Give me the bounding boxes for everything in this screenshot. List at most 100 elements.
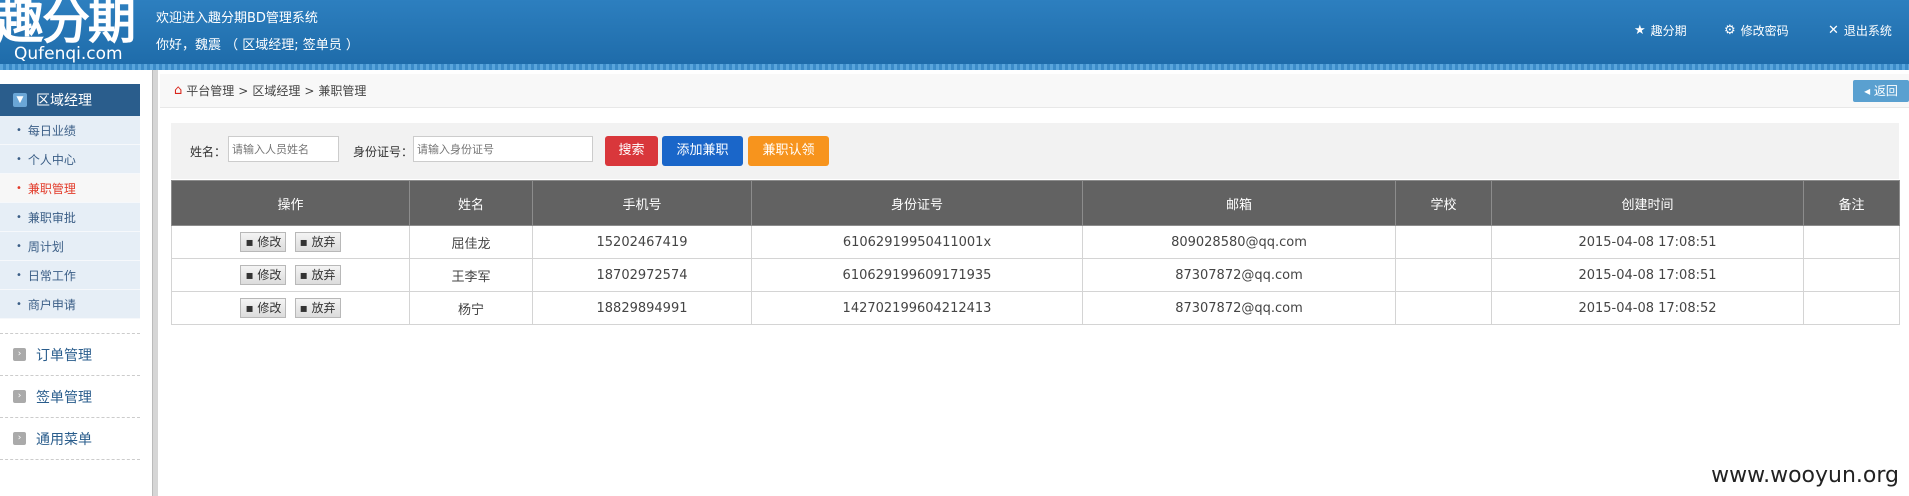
sidebar-item-label: 周计划: [27, 239, 64, 254]
header-link-label: 退出系统: [1843, 24, 1892, 38]
sidebar-divider[interactable]: [152, 70, 158, 496]
name-cell: 杨宁: [409, 291, 533, 325]
abandon-button[interactable]: ▪ 放弃: [294, 265, 341, 285]
abandon-button[interactable]: ▪ 放弃: [294, 232, 341, 252]
phone-cell: 18829894991: [532, 291, 752, 325]
id-number-cell: 142702199604212413: [751, 291, 1083, 325]
claim-parttime-button[interactable]: 兼职认领: [748, 136, 829, 166]
edit-button[interactable]: ▪ 修改: [240, 232, 287, 252]
abandon-label: 放弃: [311, 235, 336, 249]
header-link-logout[interactable]: ✕ 退出系统: [1828, 22, 1892, 40]
sidebar-item-parttime-management[interactable]: • 兼职管理: [0, 174, 140, 203]
sidebar-section-orders[interactable]: › 订单管理: [0, 334, 140, 375]
header-link-label: 修改密码: [1740, 24, 1789, 38]
sidebar-item-personal-center[interactable]: • 个人中心: [0, 145, 140, 174]
column-header: 姓名: [409, 180, 533, 226]
add-parttime-button[interactable]: 添加兼职: [662, 136, 743, 166]
breadcrumb-item[interactable]: 平台管理: [186, 82, 234, 99]
breadcrumb-separator: >: [304, 83, 315, 98]
bullet-icon: •: [16, 153, 22, 165]
abandon-button[interactable]: ▪ 放弃: [294, 298, 341, 318]
section-label: 订单管理: [36, 347, 92, 364]
column-header: 备注: [1803, 180, 1900, 226]
bullet-icon: •: [16, 124, 22, 136]
note-cell: [1803, 258, 1900, 292]
column-header: 身份证号: [751, 180, 1083, 226]
breadcrumb-separator: >: [238, 83, 249, 98]
bullet-icon: •: [16, 182, 22, 194]
bullet-icon: •: [16, 240, 22, 252]
sidebar-item-label: 兼职管理: [27, 181, 76, 196]
breadcrumb-item: 兼职管理: [318, 84, 367, 98]
top-header: 趣分期 Qufenqi.com 欢迎进入趣分期BD管理系统 你好，魏震 （ 区域…: [0, 0, 1909, 70]
sidebar-item-weekly-plan[interactable]: • 周计划: [0, 232, 140, 261]
search-panel: 姓名： 身份证号： 搜索 添加兼职 兼职认领: [171, 123, 1899, 179]
back-button[interactable]: ◂ 返回: [1853, 80, 1909, 102]
divider: [0, 459, 140, 460]
section-label: 签单管理: [36, 389, 92, 406]
email-cell: 87307872@qq.com: [1082, 291, 1396, 325]
sidebar-item-label: 个人中心: [27, 152, 76, 167]
section-label: 通用菜单: [36, 431, 92, 448]
back-label: 返回: [1873, 84, 1898, 98]
table-row: ▪ 修改 ▪ 放弃 屈佳龙 15202467419 61062919950411…: [171, 225, 1900, 259]
arrow-left-icon: ◂: [1864, 84, 1871, 98]
id-label: 身份证号：: [353, 145, 414, 159]
id-number-cell: 610629199609171935: [751, 258, 1083, 292]
user-greeting: 你好，魏震 （ 区域经理; 签单员 ）: [156, 38, 359, 53]
gear-icon: ⚙: [1724, 23, 1736, 38]
chevron-right-icon: ›: [13, 348, 26, 361]
created-time-cell: 2015-04-08 17:08:52: [1491, 291, 1804, 325]
sidebar-item-daily-work[interactable]: • 日常工作: [0, 261, 140, 290]
table-row: ▪ 修改 ▪ 放弃 杨宁 18829894991 142702199604212…: [171, 291, 1900, 325]
sidebar-item-merchant-application[interactable]: • 商户申请: [0, 290, 140, 319]
edit-label: 修改: [257, 301, 282, 315]
note-cell: [1803, 225, 1900, 259]
sidebar-item-label: 每日业绩: [27, 123, 76, 138]
home-icon[interactable]: ⌂: [174, 83, 182, 98]
header-link-change-password[interactable]: ⚙ 修改密码: [1724, 22, 1789, 40]
column-header: 创建时间: [1491, 180, 1804, 226]
sidebar-item-parttime-approval[interactable]: • 兼职审批: [0, 203, 140, 232]
sidebar-item-daily-performance[interactable]: • 每日业绩: [0, 116, 140, 145]
sidebar-section-signing[interactable]: › 签单管理: [0, 376, 140, 417]
header-link-label: 趣分期: [1650, 24, 1687, 38]
sidebar-section-region-manager[interactable]: ▼ 区域经理: [0, 84, 140, 116]
parttime-table: 操作 姓名 手机号 身份证号 邮箱 学校 创建时间 备注 ▪ 修改 ▪ 放弃 屈…: [171, 180, 1900, 325]
school-cell: [1395, 225, 1492, 259]
table-row: ▪ 修改 ▪ 放弃 王李军 18702972574 61062919960917…: [171, 258, 1900, 292]
chevron-right-icon: ›: [13, 390, 26, 403]
id-number-input[interactable]: [413, 136, 593, 162]
breadcrumb-item[interactable]: 区域经理: [252, 82, 300, 99]
actions-cell: ▪ 修改 ▪ 放弃: [171, 225, 410, 259]
edit-label: 修改: [257, 235, 282, 249]
bullet-icon: •: [16, 298, 22, 310]
name-input[interactable]: [228, 136, 339, 162]
name-cell: 屈佳龙: [409, 225, 533, 259]
note-cell: [1803, 291, 1900, 325]
chevron-right-icon: ›: [13, 432, 26, 445]
welcome-text: 欢迎进入趣分期BD管理系统: [156, 11, 318, 26]
logo[interactable]: 趣分期 Qufenqi.com: [0, 0, 145, 64]
sidebar-item-label: 兼职审批: [27, 210, 76, 225]
header-link-home[interactable]: ★ 趣分期: [1634, 22, 1687, 40]
column-header: 邮箱: [1082, 180, 1396, 226]
abandon-label: 放弃: [311, 268, 336, 282]
search-button[interactable]: 搜索: [605, 136, 658, 166]
sidebar-section-common-menu[interactable]: › 通用菜单: [0, 418, 140, 459]
header-stripe: [0, 64, 1909, 70]
edit-label: 修改: [257, 268, 282, 282]
submenu: • 每日业绩 • 个人中心 • 兼职管理 • 兼职审批 • 周计划 • 日常工作 • 商户申请: [0, 116, 140, 319]
watermark: www.wooyun.org: [1711, 463, 1899, 488]
column-header: 手机号: [532, 180, 752, 226]
email-cell: 809028580@qq.com: [1082, 225, 1396, 259]
table-header-row: 操作 姓名 手机号 身份证号 邮箱 学校 创建时间 备注: [171, 180, 1900, 226]
breadcrumb-bar: ⌂ 平台管理 > 区域经理 > 兼职管理 ◂ 返回: [160, 74, 1909, 108]
edit-button[interactable]: ▪ 修改: [240, 298, 287, 318]
sidebar-item-label: 商户申请: [27, 297, 76, 312]
close-icon: ✕: [1828, 23, 1839, 38]
phone-cell: 15202467419: [532, 225, 752, 259]
column-header: 学校: [1395, 180, 1492, 226]
edit-button[interactable]: ▪ 修改: [240, 265, 287, 285]
id-number-cell: 61062919950411001x: [751, 225, 1083, 259]
